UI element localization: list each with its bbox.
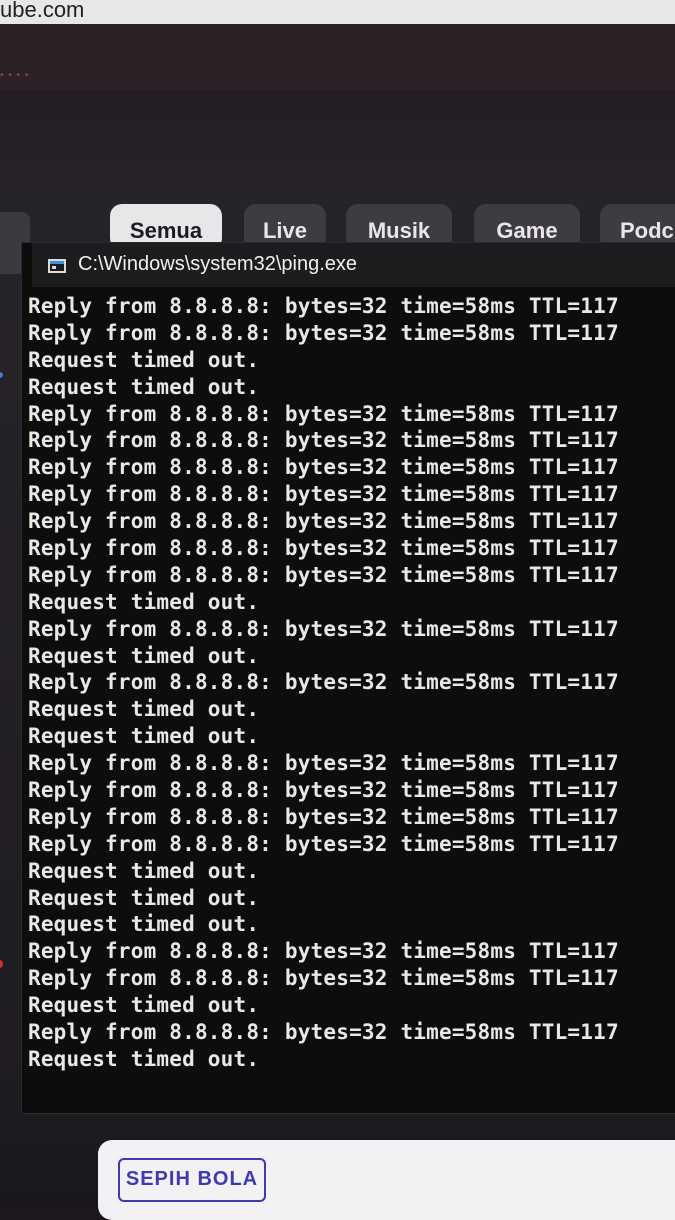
browser-top-bar: ube.com [0, 0, 675, 24]
console-line: Reply from 8.8.8.8: bytes=32 time=58ms T… [28, 320, 619, 345]
sepih-bola-logo: SEPIH BOLA [118, 1158, 266, 1202]
console-output: Reply from 8.8.8.8: bytes=32 time=58ms T… [28, 293, 668, 1073]
console-line: Request timed out. [28, 697, 260, 722]
notification-dot-icon [0, 372, 3, 378]
console-line: Request timed out. [28, 885, 260, 910]
console-line: Request timed out. [28, 643, 260, 668]
console-title: C:\Windows\system32\ping.exe [78, 253, 358, 275]
console-line: Reply from 8.8.8.8: bytes=32 time=58ms T… [28, 482, 619, 507]
console-line: Request timed out. [28, 912, 260, 937]
console-line: Request timed out. [28, 724, 260, 749]
console-line: Reply from 8.8.8.8: bytes=32 time=58ms T… [28, 831, 619, 856]
console-line: Reply from 8.8.8.8: bytes=32 time=58ms T… [28, 428, 619, 453]
console-line: Reply from 8.8.8.8: bytes=32 time=58ms T… [28, 536, 619, 561]
console-line: Reply from 8.8.8.8: bytes=32 time=58ms T… [28, 562, 619, 587]
live-dot-icon [0, 960, 3, 968]
console-line: Request timed out. [28, 858, 260, 883]
console-line: Reply from 8.8.8.8: bytes=32 time=58ms T… [28, 966, 619, 991]
console-line: Reply from 8.8.8.8: bytes=32 time=58ms T… [28, 616, 619, 641]
console-line: Reply from 8.8.8.8: bytes=32 time=58ms T… [28, 294, 619, 318]
console-line: Reply from 8.8.8.8: bytes=32 time=58ms T… [28, 939, 619, 964]
console-app-icon [48, 259, 66, 273]
console-line: Request timed out. [28, 993, 260, 1018]
menu-dots-icon: • • • • [0, 70, 30, 81]
console-line: Reply from 8.8.8.8: bytes=32 time=58ms T… [28, 751, 619, 776]
console-line: Request timed out. [28, 589, 260, 614]
browser-url[interactable]: ube.com [0, 0, 84, 23]
console-line: Reply from 8.8.8.8: bytes=32 time=58ms T… [28, 401, 619, 426]
page-header: • • • • [0, 24, 675, 90]
console-line: Reply from 8.8.8.8: bytes=32 time=58ms T… [28, 509, 619, 534]
console-line: Request timed out. [28, 347, 260, 372]
console-line: Reply from 8.8.8.8: bytes=32 time=58ms T… [28, 670, 619, 695]
console-line: Reply from 8.8.8.8: bytes=32 time=58ms T… [28, 778, 619, 803]
console-line: Reply from 8.8.8.8: bytes=32 time=58ms T… [28, 455, 619, 480]
bottom-card[interactable]: SEPIH BOLA [98, 1140, 675, 1220]
console-title-bar[interactable]: C:\Windows\system32\ping.exe [32, 243, 675, 287]
console-line: Reply from 8.8.8.8: bytes=32 time=58ms T… [28, 1020, 619, 1045]
console-line: Request timed out. [28, 374, 260, 399]
console-window[interactable]: C:\Windows\system32\ping.exe Reply from … [22, 243, 675, 1113]
console-line: Request timed out. [28, 1046, 260, 1071]
console-line: Reply from 8.8.8.8: bytes=32 time=58ms T… [28, 804, 619, 829]
